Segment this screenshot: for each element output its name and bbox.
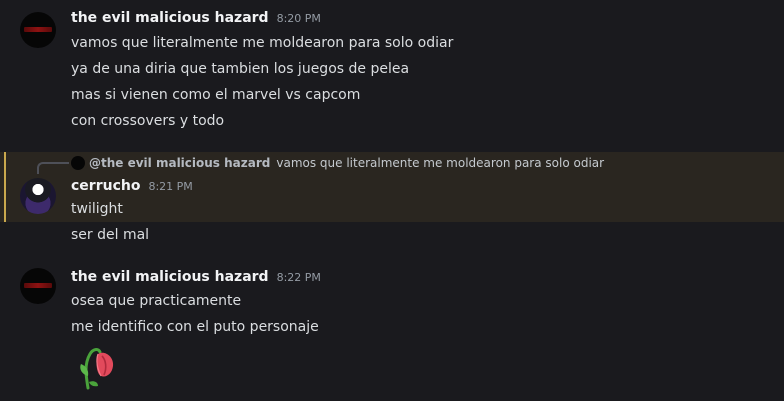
message-text: con crossovers y todo xyxy=(71,113,225,129)
author-name[interactable]: cerrucho xyxy=(71,178,140,194)
timestamp[interactable]: 8:22 PM xyxy=(277,271,321,284)
message-header: the evil malicious hazard 8:20 PM xyxy=(71,10,321,30)
avatar[interactable] xyxy=(20,178,56,214)
message-text: ya de una diria que tambien los juegos d… xyxy=(71,61,410,77)
message-header: the evil malicious hazard 8:22 PM xyxy=(71,269,321,289)
message-text: vamos que literalmente me moldearon para… xyxy=(71,35,454,51)
author-name[interactable]: the evil malicious hazard xyxy=(71,269,269,285)
message-header: cerrucho 8:21 PM xyxy=(71,178,193,198)
timestamp[interactable]: 8:20 PM xyxy=(277,12,321,25)
reply-preview[interactable]: @the evil malicious hazard vamos que lit… xyxy=(71,154,604,172)
message-text: me identifico con el puto personaje xyxy=(71,319,319,335)
chat-log: the evil malicious hazard 8:20 PM vamos … xyxy=(0,0,784,401)
wilted-flower-emoji[interactable] xyxy=(78,342,118,390)
reply-text[interactable]: vamos que literalmente me moldearon para… xyxy=(276,156,604,170)
message-text: ser del mal xyxy=(71,227,150,243)
message-text: twilight xyxy=(71,201,123,217)
reply-mention[interactable]: @the evil malicious hazard xyxy=(89,156,270,170)
message-text: mas si vienen como el marvel vs capcom xyxy=(71,87,361,103)
avatar[interactable] xyxy=(20,268,56,304)
mention-highlight-bar xyxy=(4,152,6,222)
timestamp[interactable]: 8:21 PM xyxy=(148,180,192,193)
reply-spine xyxy=(37,162,69,174)
message-text: osea que practicamente xyxy=(71,293,242,309)
avatar[interactable] xyxy=(20,12,56,48)
reply-avatar xyxy=(71,156,85,170)
author-name[interactable]: the evil malicious hazard xyxy=(71,10,269,26)
